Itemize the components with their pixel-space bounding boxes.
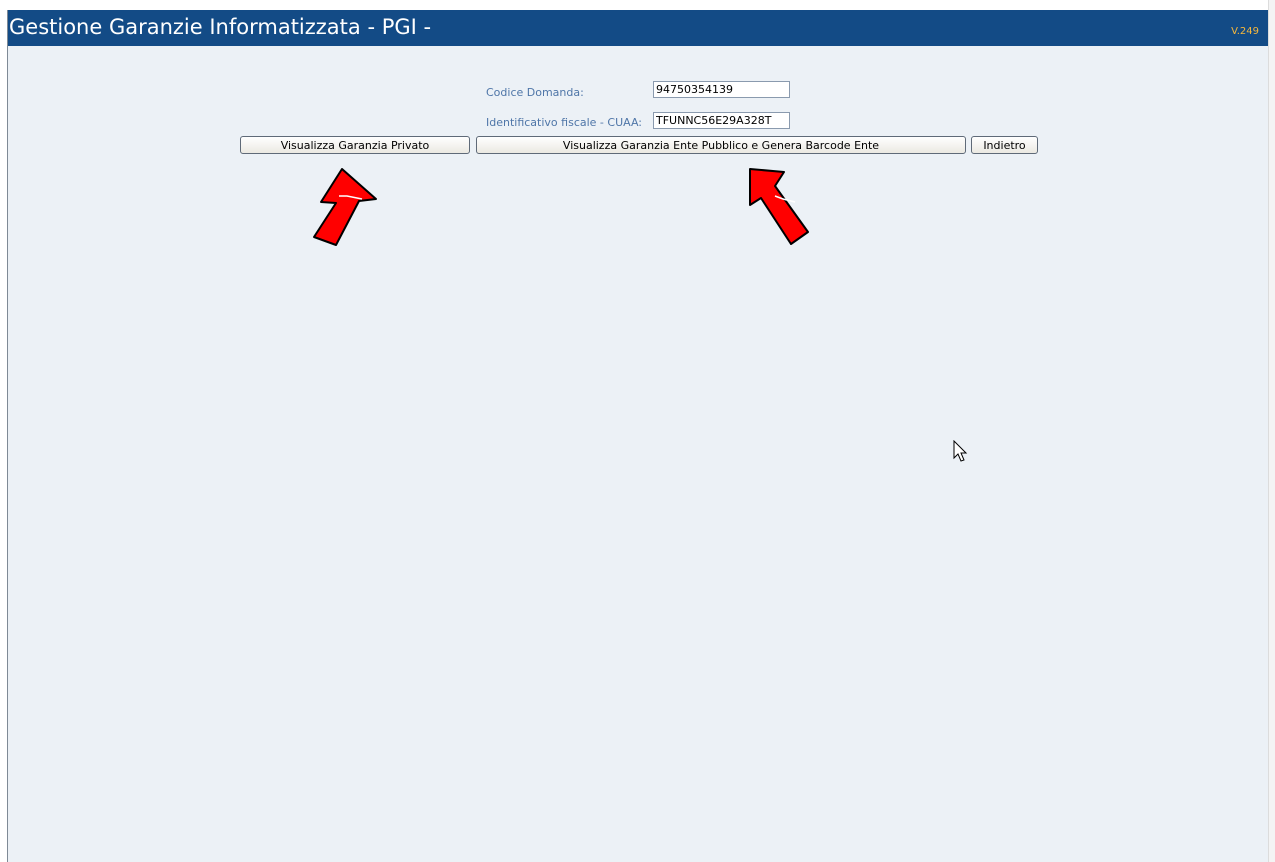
- page-title: Gestione Garanzie Informatizzata - PGI -: [9, 15, 432, 39]
- red-arrow-icon: [313, 168, 377, 246]
- mouse-cursor-icon: [953, 440, 968, 462]
- codice-domanda-input[interactable]: [653, 81, 790, 98]
- indietro-button[interactable]: Indietro: [971, 136, 1038, 154]
- cuaa-input[interactable]: [653, 112, 790, 129]
- app-frame: Gestione Garanzie Informatizzata - PGI -…: [7, 10, 1268, 862]
- cuaa-label: Identificativo fiscale - CUAA:: [486, 116, 642, 129]
- version-label: V.249: [1231, 26, 1259, 37]
- visualizza-garanzia-privato-button[interactable]: Visualizza Garanzia Privato: [240, 136, 470, 154]
- red-arrow-icon: [749, 168, 809, 245]
- visualizza-garanzia-ente-button[interactable]: Visualizza Garanzia Ente Pubblico e Gene…: [476, 136, 966, 154]
- app-header: Gestione Garanzie Informatizzata - PGI -…: [8, 10, 1268, 46]
- codice-domanda-label: Codice Domanda:: [486, 86, 584, 99]
- scrollbar[interactable]: [1268, 0, 1275, 862]
